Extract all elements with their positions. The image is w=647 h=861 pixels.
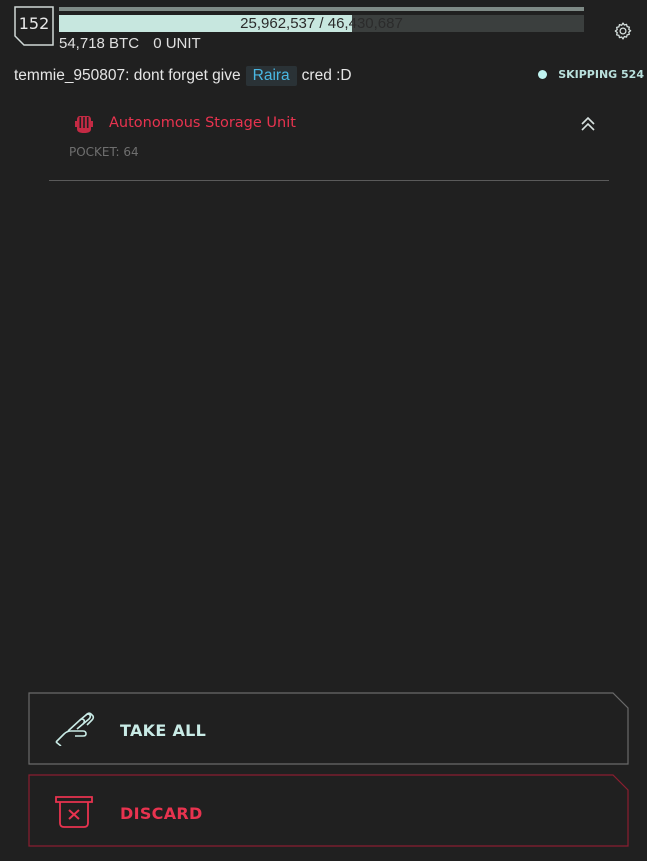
take-all-button[interactable]: TAKE ALL: [28, 692, 630, 766]
chat-text: temmie_950807: dont forget give: [14, 67, 241, 84]
status-indicator: SKIPPING 524: [538, 68, 644, 81]
take-all-label: TAKE ALL: [120, 721, 207, 740]
level-number: 152: [18, 14, 50, 33]
status-dot: [538, 70, 548, 79]
xp-bar: 25,962,537 / 46,430,687: [59, 15, 584, 32]
divider: [49, 180, 609, 181]
storage-unit-icon: [75, 114, 93, 134]
pocket-count: POCKET: 64: [69, 145, 139, 159]
xp-top-line: [59, 7, 584, 11]
hand-icon: [53, 712, 97, 750]
item-name[interactable]: Autonomous Storage Unit: [109, 115, 296, 131]
discard-label: DISCARD: [120, 804, 203, 823]
btc-amount: 54,718 BTC: [59, 35, 140, 52]
xp-text: 25,962,537 / 46,430,687: [240, 15, 403, 32]
double-chevron-up-icon[interactable]: [580, 116, 596, 132]
chat-message: temmie_950807: dont forget give Raira cr…: [14, 65, 352, 87]
take-all-frame: [28, 692, 629, 765]
gear-icon[interactable]: [613, 21, 633, 41]
chat-suffix: cred :D: [301, 67, 352, 84]
discard-frame: [28, 774, 629, 847]
trash-icon: [55, 795, 95, 833]
chat-name-tag[interactable]: Raira: [245, 66, 297, 86]
status-label: SKIPPING 524: [558, 68, 644, 81]
discard-button[interactable]: DISCARD: [28, 774, 630, 848]
level-badge: 152: [14, 6, 54, 46]
currency-row: 54,718 BTC 0 UNIT: [59, 35, 201, 52]
unit-amount: 0 UNIT: [153, 35, 201, 52]
